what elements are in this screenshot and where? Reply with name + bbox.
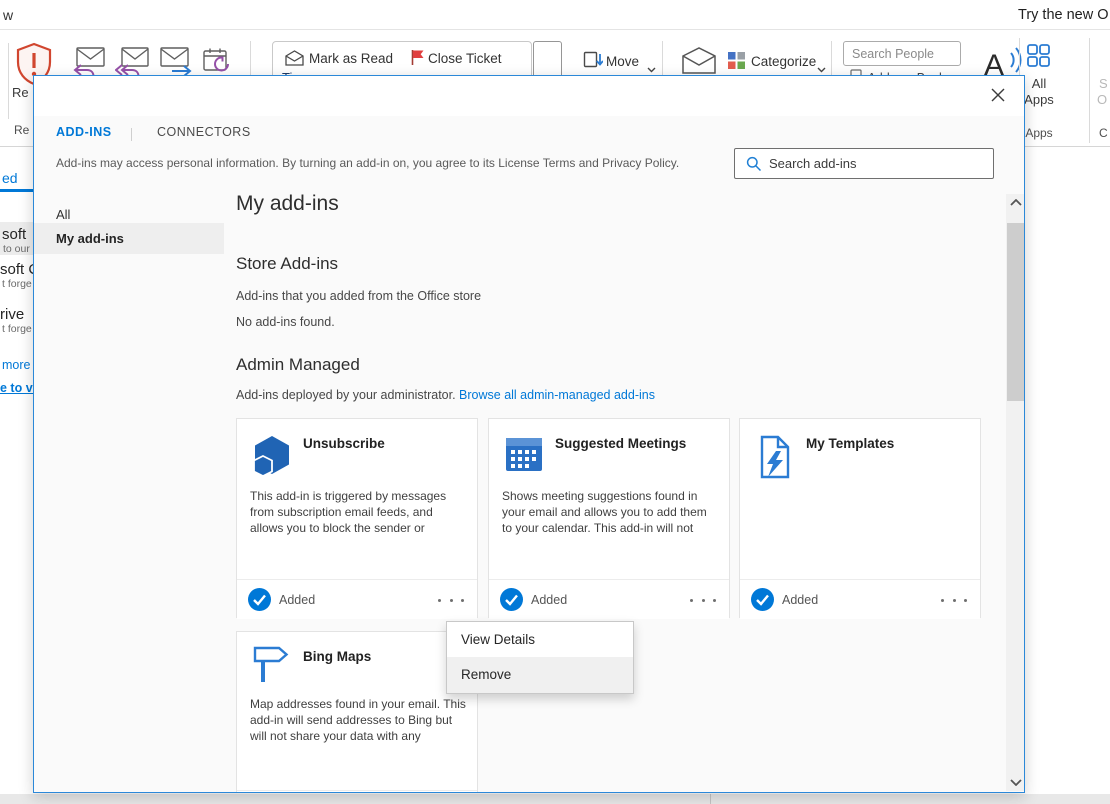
- cutoff-button-label-line2: O: [1097, 92, 1107, 107]
- tab-connectors[interactable]: CONNECTORS: [157, 125, 251, 139]
- background-bottom-strip: [0, 794, 1110, 804]
- suggested-meetings-addin-icon: [503, 435, 545, 477]
- bing-maps-addin-icon: [251, 644, 293, 686]
- search-addins-input[interactable]: [769, 149, 987, 178]
- background-tab-fragment[interactable]: ed: [2, 170, 18, 186]
- background-panel: ed soft to our soft C t forge rive t for…: [0, 147, 33, 794]
- addin-card-footer: Added: [237, 579, 477, 619]
- cutoff-group-label: C: [1099, 126, 1108, 140]
- dialog-header: [34, 76, 1024, 116]
- addin-card-footer: [237, 790, 477, 793]
- tab-separator: [131, 128, 132, 141]
- my-templates-addin-icon: [754, 435, 796, 477]
- categorize-button[interactable]: Categorize: [751, 54, 816, 69]
- addin-card-footer: Added: [489, 579, 729, 619]
- addin-card-unsubscribe[interactable]: Unsubscribe This add-in is triggered by …: [236, 418, 478, 618]
- pane-divider: [710, 794, 711, 804]
- more-link-fragment[interactable]: more: [2, 358, 30, 372]
- background-item-title[interactable]: soft C: [0, 261, 33, 278]
- search-people-input[interactable]: [843, 41, 961, 66]
- menu-item-remove[interactable]: Remove: [447, 657, 633, 693]
- outlook-window: w Try the new O Re Re Mark as: [0, 0, 1110, 804]
- added-status-label: Added: [782, 593, 818, 607]
- try-new-outlook-toggle[interactable]: Try the new O: [1018, 7, 1109, 23]
- view-link-fragment[interactable]: e to vi: [0, 381, 33, 395]
- search-icon: [746, 156, 762, 177]
- background-item-subtitle: t forge: [2, 278, 32, 290]
- categorize-icon[interactable]: [728, 52, 745, 74]
- more-options-button[interactable]: [438, 594, 464, 606]
- admin-managed-description: Add-ins deployed by your administrator. …: [236, 388, 655, 402]
- addin-card-title: Unsubscribe: [303, 436, 385, 451]
- all-apps-label-line1[interactable]: All: [1024, 76, 1054, 91]
- addin-card-title: Suggested Meetings: [555, 436, 686, 451]
- dialog-scrollbar[interactable]: [1006, 194, 1025, 791]
- addin-card-description: Shows meeting suggestions found in your …: [502, 488, 720, 536]
- active-tab-indicator: [0, 189, 33, 192]
- added-status-label: Added: [531, 593, 567, 607]
- search-addins-box: [734, 148, 994, 179]
- addin-card-title: My Templates: [806, 436, 894, 451]
- browse-admin-addins-link[interactable]: Browse all admin-managed add-ins: [459, 388, 655, 402]
- sidebar-item-my-addins[interactable]: My add-ins: [34, 223, 224, 254]
- addin-card-description: Map addresses found in your email. This …: [250, 696, 468, 744]
- all-apps-icon[interactable]: [1027, 44, 1050, 72]
- addin-card-title: Bing Maps: [303, 649, 371, 664]
- cutoff-button-label-line1: S: [1099, 76, 1108, 91]
- added-check-icon: [751, 588, 774, 611]
- move-button[interactable]: Move: [606, 54, 639, 69]
- report-group-label: Re: [14, 123, 29, 137]
- background-item-title[interactable]: rive: [0, 306, 24, 323]
- admin-managed-text: Add-ins deployed by your administrator.: [236, 388, 459, 402]
- report-button-label[interactable]: Re: [12, 85, 29, 100]
- scroll-down-icon[interactable]: [1006, 774, 1025, 791]
- background-item-subtitle: t forge: [2, 323, 32, 335]
- more-options-button[interactable]: [690, 594, 716, 606]
- menu-tab-fragment[interactable]: w: [3, 7, 13, 23]
- ribbon-divider: [1089, 38, 1090, 143]
- addin-card-my-templates[interactable]: My Templates Added: [739, 418, 981, 618]
- addins-dialog: ADD-INS CONNECTORS Add-ins may access pe…: [33, 75, 1025, 793]
- more-options-button[interactable]: [941, 594, 967, 606]
- unsubscribe-addin-icon: [251, 435, 293, 477]
- menu-bar: w Try the new O: [0, 0, 1110, 30]
- all-apps-label-line2[interactable]: Apps: [1021, 92, 1057, 107]
- store-addins-description: Add-ins that you added from the Office s…: [236, 289, 481, 303]
- mark-as-read-button[interactable]: Mark as Read: [309, 51, 393, 66]
- move-icon[interactable]: [583, 51, 603, 75]
- admin-managed-heading: Admin Managed: [236, 355, 360, 375]
- added-check-icon: [248, 588, 271, 611]
- privacy-disclaimer: Add-ins may access personal information.…: [56, 156, 679, 170]
- menu-item-view-details[interactable]: View Details: [447, 622, 633, 657]
- apps-group-label: Apps: [1023, 126, 1055, 140]
- addin-card-suggested-meetings[interactable]: Suggested Meetings Shows meeting suggest…: [488, 418, 730, 618]
- background-item-subtitle: to our: [3, 243, 30, 255]
- close-ticket-button[interactable]: Close Ticket: [428, 51, 502, 66]
- scroll-up-icon[interactable]: [1006, 194, 1025, 211]
- added-status-label: Added: [279, 593, 315, 607]
- addin-card-footer: Added: [740, 579, 980, 619]
- addin-card-bing-maps[interactable]: Bing Maps Map addresses found in your em…: [236, 631, 478, 793]
- close-icon[interactable]: [985, 82, 1011, 108]
- no-addins-found-text: No add-ins found.: [236, 315, 335, 329]
- store-addins-heading: Store Add-ins: [236, 254, 338, 274]
- close-ticket-flag-icon[interactable]: [410, 49, 425, 71]
- card-context-menu: View Details Remove: [446, 621, 634, 694]
- background-item-title[interactable]: soft: [2, 226, 26, 243]
- page-title: My add-ins: [236, 192, 339, 216]
- tab-add-ins[interactable]: ADD-INS: [56, 125, 112, 139]
- mark-as-read-icon[interactable]: [284, 50, 304, 71]
- addin-card-description: This add-in is triggered by messages fro…: [250, 488, 468, 536]
- scrollbar-thumb[interactable]: [1007, 223, 1025, 401]
- ribbon-divider: [8, 43, 9, 119]
- added-check-icon: [500, 588, 523, 611]
